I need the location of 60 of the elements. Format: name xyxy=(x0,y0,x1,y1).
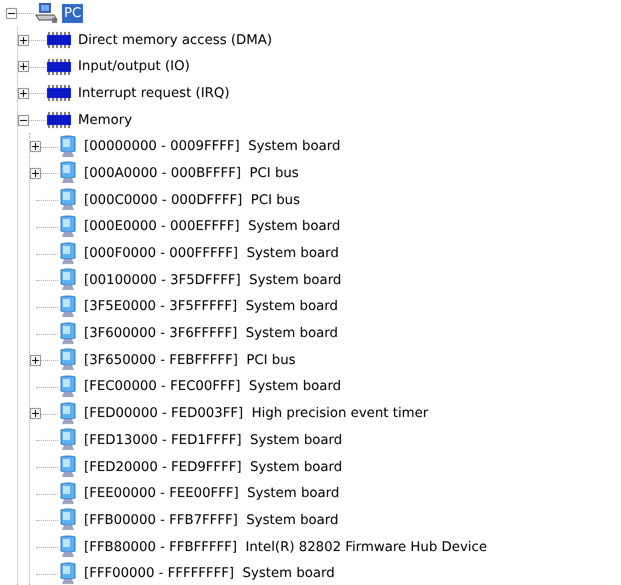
tree-item[interactable]: [000E0000 - 000EFFFF] System board xyxy=(82,217,342,236)
plus-icon xyxy=(31,168,40,178)
tree-item[interactable]: [3F5E0000 - 3F5FFFFF] System board xyxy=(82,297,340,316)
monitor-icon xyxy=(58,188,78,212)
expander-button[interactable] xyxy=(30,354,41,366)
plus-icon xyxy=(19,36,28,45)
monitor-icon xyxy=(58,482,78,506)
monitor-icon xyxy=(58,322,78,346)
monitor-icon xyxy=(58,508,78,532)
tree-item[interactable]: [000A0000 - 000BFFFF] PCI bus xyxy=(82,164,301,183)
tree-item[interactable]: Input/output (IO) xyxy=(76,57,192,76)
tree-item[interactable]: [FFF00000 - FFFFFFFF] System board xyxy=(82,564,337,584)
tree-item[interactable]: [FFB80000 - FFBFFFFF] Intel(R) 82802 Firmware Hub Device xyxy=(82,538,489,557)
tree-item[interactable]: [00100000 - 3F5DFFFF] System board xyxy=(82,270,344,290)
plus-icon xyxy=(19,88,28,98)
tree-item[interactable]: [FED00000 - FED003FF] High precision event timer xyxy=(82,404,430,424)
tree-item[interactable]: [FFB00000 - FFB7FFFF] System board xyxy=(82,510,340,530)
tree-item[interactable]: [FEC00000 - FEC00FFF] System board xyxy=(82,377,344,396)
expander-button[interactable] xyxy=(18,34,29,46)
tree-item[interactable]: PC xyxy=(62,4,84,23)
monitor-icon xyxy=(58,374,78,399)
chip-icon xyxy=(46,85,72,102)
plus-icon xyxy=(19,62,28,72)
monitor-icon xyxy=(58,535,78,560)
tree-item[interactable]: [000C0000 - 000DFFFF] PCI bus xyxy=(82,190,302,210)
monitor-icon xyxy=(58,294,78,319)
plus-icon xyxy=(31,142,40,152)
tree-item[interactable]: [FEE00000 - FEE00FFF] System board xyxy=(82,484,342,504)
monitor-icon xyxy=(58,428,78,452)
tree-item[interactable]: [3F650000 - FEBFFFFF] PCI bus xyxy=(82,350,298,370)
expander-button[interactable] xyxy=(30,168,41,179)
tree-item[interactable]: Direct memory access (DMA) xyxy=(76,30,274,50)
tree-item[interactable]: [FED20000 - FED9FFFF] System board xyxy=(82,458,344,477)
computer-icon xyxy=(34,2,58,24)
plus-icon xyxy=(31,356,40,365)
plus-icon xyxy=(31,409,40,418)
tree-item[interactable]: [00000000 - 0009FFFF] System board xyxy=(82,137,342,156)
tree-item[interactable]: [3F600000 - 3F6FFFFF] System board xyxy=(82,324,340,344)
monitor-icon xyxy=(58,214,78,239)
expander-button[interactable] xyxy=(30,141,41,152)
monitor-icon xyxy=(58,134,78,159)
monitor-icon xyxy=(58,268,78,292)
monitor-icon xyxy=(58,242,78,266)
expander-button[interactable] xyxy=(6,8,17,19)
monitor-icon xyxy=(58,455,78,480)
tree-item[interactable]: Interrupt request (IRQ) xyxy=(76,84,232,103)
monitor-icon xyxy=(58,161,78,186)
expander-button[interactable] xyxy=(30,408,41,420)
expander-button[interactable] xyxy=(18,88,29,99)
expander-button[interactable] xyxy=(18,61,29,72)
expander-button[interactable] xyxy=(18,114,29,126)
chip-icon xyxy=(46,58,72,75)
monitor-icon xyxy=(58,562,78,585)
tree-item[interactable]: [FED13000 - FED1FFFF] System board xyxy=(82,430,344,450)
chip-icon xyxy=(46,112,72,128)
chip-icon xyxy=(46,32,72,48)
monitor-icon xyxy=(58,348,78,372)
tree-item[interactable]: Memory xyxy=(76,110,134,130)
tree-item[interactable]: [000F0000 - 000FFFFF] System board xyxy=(82,244,341,264)
monitor-icon xyxy=(58,402,78,426)
